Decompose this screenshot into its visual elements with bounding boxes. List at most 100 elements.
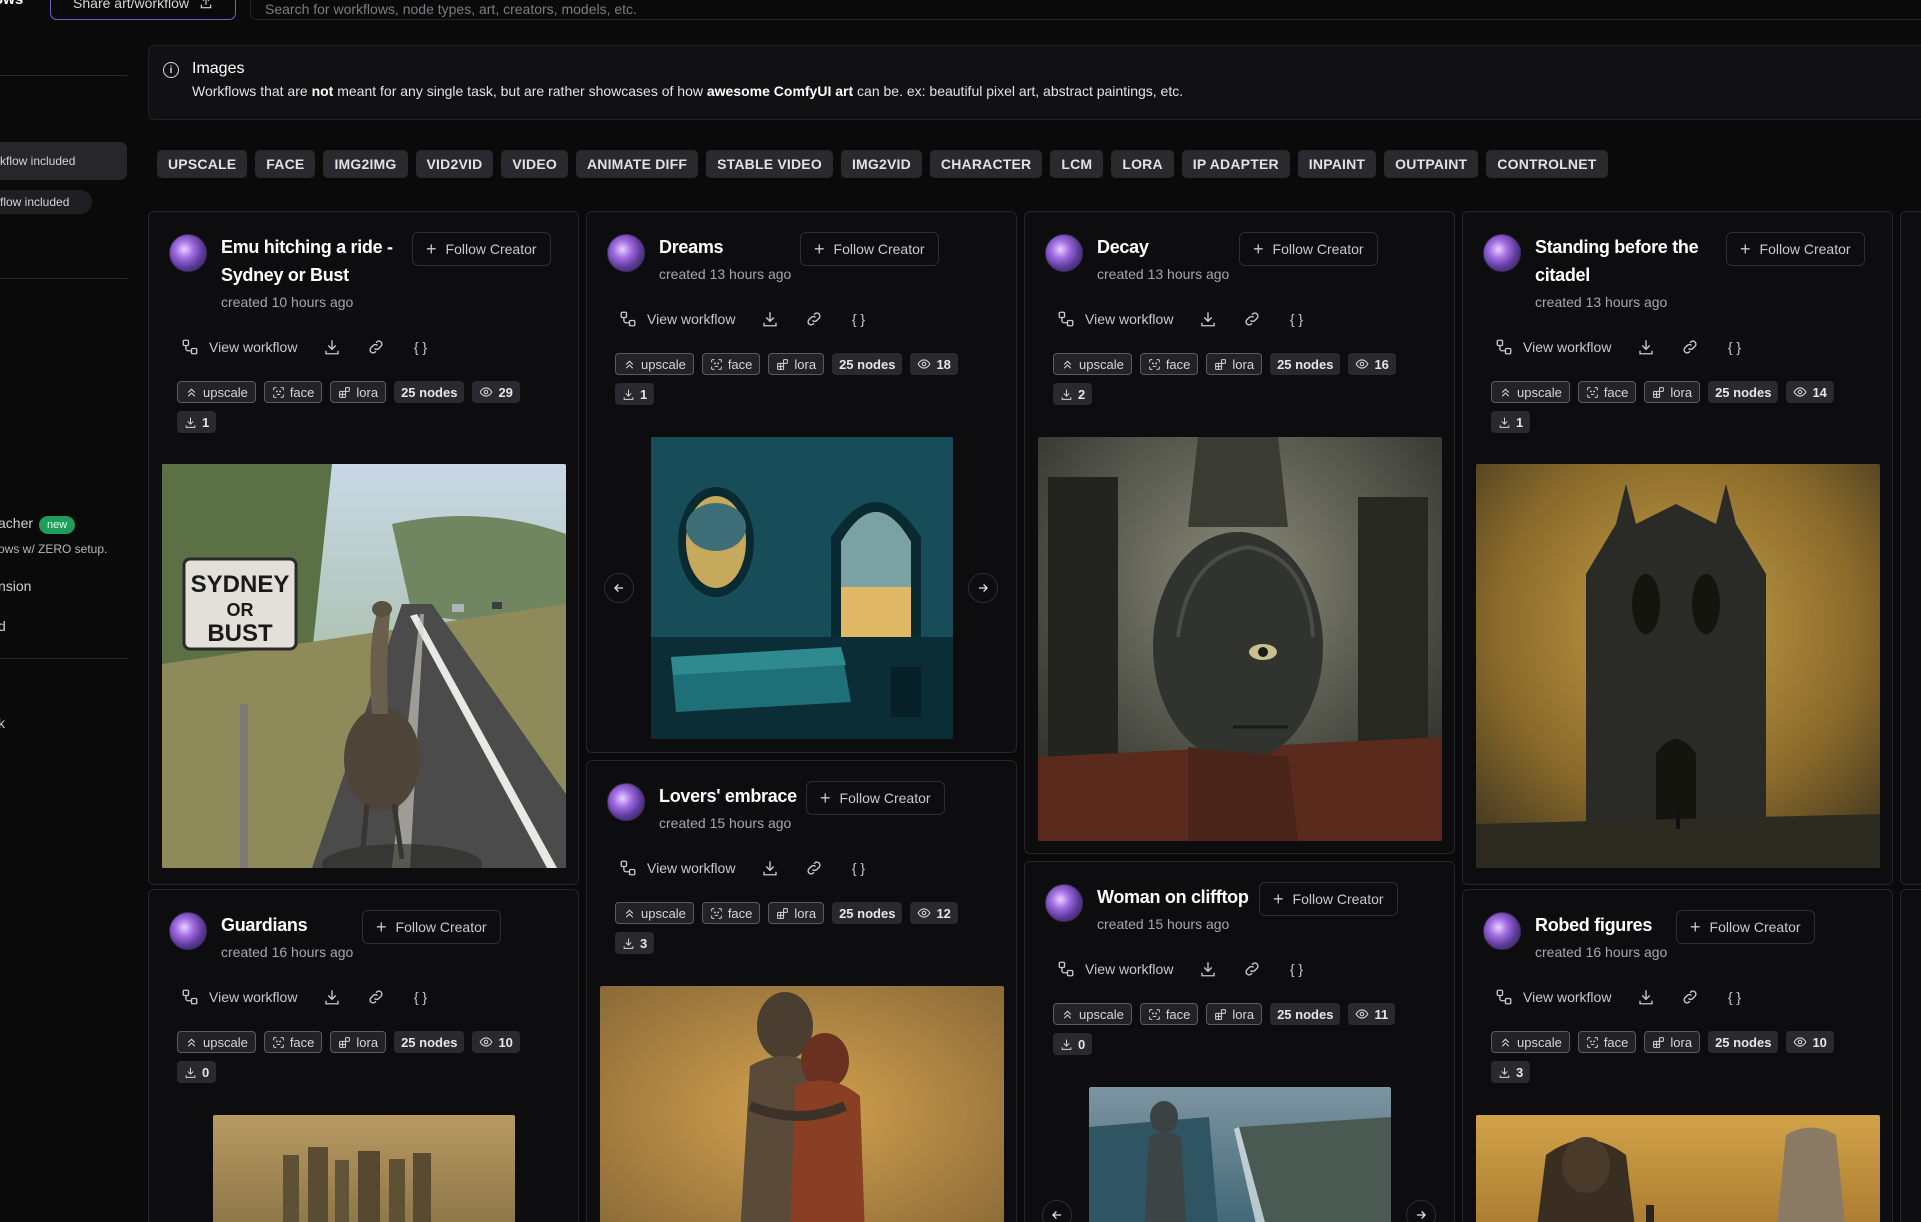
avatar[interactable] [607, 783, 645, 821]
chip-lora[interactable]: lora [330, 1031, 387, 1053]
chip-upscale[interactable]: upscale [1053, 1003, 1132, 1025]
workflow-image[interactable] [600, 986, 1004, 1222]
view-workflow-button[interactable]: View workflow [619, 859, 735, 877]
link-icon[interactable] [367, 988, 385, 1006]
card-title[interactable]: Lovers' embrace [659, 782, 797, 810]
link-icon[interactable] [1681, 338, 1699, 356]
share-art-workflow-button[interactable]: Share art/workflow [50, 0, 236, 20]
tag-vid2vid[interactable]: VID2VID [415, 150, 494, 178]
workflow-card[interactable]: Lovers' embrace created 15 hours ago + Fo… [586, 760, 1017, 1222]
follow-creator-button[interactable]: + Follow Creator [412, 232, 551, 266]
workflow-image[interactable] [1089, 1087, 1391, 1222]
braces-icon[interactable]: { } [849, 859, 867, 877]
chip-upscale[interactable]: upscale [615, 902, 694, 924]
view-workflow-button[interactable]: View workflow [181, 988, 297, 1006]
download-icon[interactable] [323, 988, 341, 1006]
workflow-image[interactable] [1038, 437, 1442, 841]
tag-stable-video[interactable]: STABLE VIDEO [706, 150, 833, 178]
link-icon[interactable] [805, 859, 823, 877]
card-title[interactable]: Dreams [659, 233, 724, 261]
chip-upscale[interactable]: upscale [1491, 381, 1570, 403]
avatar[interactable] [1045, 884, 1083, 922]
sidebar-filter-workflow-included[interactable]: flow included [0, 190, 92, 214]
download-icon[interactable] [1199, 310, 1217, 328]
download-icon[interactable] [1637, 338, 1655, 356]
follow-creator-button[interactable]: + Follow Creator [1259, 882, 1398, 916]
sidebar-item-k[interactable]: k [0, 715, 5, 731]
workflow-image[interactable] [651, 437, 953, 739]
chip-face[interactable]: face [1577, 1031, 1637, 1053]
sidebar-item-launcher[interactable]: acher new [0, 515, 76, 534]
link-icon[interactable] [1681, 988, 1699, 1006]
chip-face[interactable]: face [263, 381, 323, 403]
tag-animate-diff[interactable]: ANIMATE DIFF [575, 150, 699, 178]
braces-icon[interactable]: { } [1287, 310, 1305, 328]
chip-face[interactable]: face [1139, 1003, 1199, 1025]
tag-upscale[interactable]: UPSCALE [157, 150, 248, 178]
follow-creator-button[interactable]: + Follow Creator [1676, 910, 1815, 944]
follow-creator-button[interactable]: + Follow Creator [362, 910, 501, 944]
workflow-card-partial[interactable] [1900, 211, 1921, 885]
chip-face[interactable]: face [701, 353, 761, 375]
link-icon[interactable] [1243, 310, 1261, 328]
avatar[interactable] [169, 234, 207, 272]
braces-icon[interactable]: { } [1725, 338, 1743, 356]
tag-inpaint[interactable]: INPAINT [1297, 150, 1377, 178]
braces-icon[interactable]: { } [849, 310, 867, 328]
workflow-card-partial[interactable] [1900, 889, 1921, 1222]
card-title[interactable]: Standing before the citadel [1535, 233, 1699, 289]
workflow-card[interactable]: Robed figures created 16 hours ago + Foll… [1462, 889, 1893, 1222]
download-icon[interactable] [1637, 988, 1655, 1006]
sidebar-item-extension[interactable]: nsion [0, 578, 31, 594]
braces-icon[interactable]: { } [1725, 988, 1743, 1006]
tag-character[interactable]: CHARACTER [929, 150, 1043, 178]
workflow-card[interactable]: Standing before the citadel created 13 ho… [1462, 211, 1893, 885]
download-icon[interactable] [1199, 960, 1217, 978]
link-icon[interactable] [805, 310, 823, 328]
view-workflow-button[interactable]: View workflow [619, 310, 735, 328]
card-title[interactable]: Woman on clifftop [1097, 883, 1249, 911]
link-icon[interactable] [367, 338, 385, 356]
workflow-image[interactable]: SYDNEY OR BUST [162, 464, 566, 868]
workflow-image[interactable] [1476, 1115, 1880, 1222]
chip-upscale[interactable]: upscale [177, 381, 256, 403]
workflow-image[interactable] [1476, 464, 1880, 868]
chip-upscale[interactable]: upscale [1053, 353, 1132, 375]
avatar[interactable] [169, 912, 207, 950]
follow-creator-button[interactable]: + Follow Creator [1726, 232, 1865, 266]
card-title[interactable]: Decay [1097, 233, 1149, 261]
follow-creator-button[interactable]: + Follow Creator [1239, 232, 1378, 266]
tag-img2vid[interactable]: IMG2VID [840, 150, 922, 178]
arrow-left-icon[interactable] [604, 573, 634, 603]
tag-lcm[interactable]: LCM [1050, 150, 1104, 178]
chip-lora[interactable]: lora [768, 902, 825, 924]
workflow-card[interactable]: Emu hitching a ride - Sydney or Bust crea… [148, 211, 579, 885]
braces-icon[interactable]: { } [411, 988, 429, 1006]
card-title[interactable]: Guardians [221, 911, 308, 939]
chip-face[interactable]: face [701, 902, 761, 924]
arrow-left-icon[interactable] [1042, 1200, 1072, 1222]
braces-icon[interactable]: { } [1287, 960, 1305, 978]
avatar[interactable] [607, 234, 645, 272]
chip-lora[interactable]: lora [768, 353, 825, 375]
chip-lora[interactable]: lora [1644, 381, 1701, 403]
avatar[interactable] [1045, 234, 1083, 272]
download-icon[interactable] [323, 338, 341, 356]
view-workflow-button[interactable]: View workflow [181, 338, 297, 356]
workflow-card[interactable]: Guardians created 16 hours ago + Follow C… [148, 889, 579, 1222]
view-workflow-button[interactable]: View workflow [1495, 988, 1611, 1006]
chip-lora[interactable]: lora [1644, 1031, 1701, 1053]
search-input[interactable]: Search for workflows, node types, art, c… [250, 0, 1921, 20]
chip-face[interactable]: face [1139, 353, 1199, 375]
chip-upscale[interactable]: upscale [177, 1031, 256, 1053]
chip-upscale[interactable]: upscale [615, 353, 694, 375]
workflow-card[interactable]: Woman on clifftop created 15 hours ago +… [1024, 861, 1455, 1222]
avatar[interactable] [1483, 912, 1521, 950]
brand-text[interactable]: ows [0, 0, 23, 8]
sidebar-filter-workflow-included-active[interactable]: kflow included [0, 142, 127, 180]
sidebar-item-d[interactable]: d [0, 618, 6, 634]
card-title[interactable]: Emu hitching a ride - Sydney or Bust [221, 233, 393, 289]
tag-outpaint[interactable]: OUTPAINT [1384, 150, 1479, 178]
workflow-card[interactable]: Decay created 13 hours ago + Follow Creat… [1024, 211, 1455, 854]
follow-creator-button[interactable]: + Follow Creator [800, 232, 939, 266]
